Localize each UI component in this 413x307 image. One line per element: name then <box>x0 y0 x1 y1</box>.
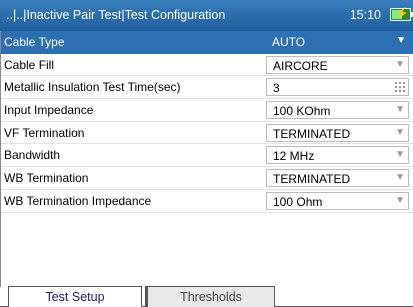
setting-label: WB Termination <box>4 171 89 186</box>
setting-label: Cable Type <box>4 35 65 49</box>
title-bar: ..|..|Inactive Pair Test|Test Configurat… <box>0 0 413 31</box>
setting-label: VF Termination <box>4 125 85 140</box>
settings-table: Cable Type AUTO ▼ Cable Fill AIRCORE ▼ M… <box>0 31 413 213</box>
setting-label: Bandwidth <box>4 148 61 163</box>
setting-label: WB Termination Impedance <box>4 193 152 208</box>
dropdown-arrow-icon: ▼ <box>395 149 405 161</box>
setting-value: AIRCORE <box>273 58 328 73</box>
setting-value: 3 <box>273 81 280 96</box>
setting-label: Input Impedance <box>4 103 94 118</box>
vf-termination-dropdown[interactable]: TERMINATED ▼ <box>266 123 409 142</box>
charging-bolt-icon: ⚡ <box>395 8 409 20</box>
breadcrumb-title: ..|..|Inactive Pair Test|Test Configurat… <box>6 8 226 22</box>
dropdown-arrow-icon: ▼ <box>395 58 405 70</box>
battery-charging-icon: ⚡ <box>390 8 413 21</box>
tab-thresholds[interactable]: Thresholds <box>145 286 275 307</box>
setting-value: TERMINATED <box>273 126 351 141</box>
dropdown-arrow-icon: ▼ <box>396 35 406 46</box>
setting-label: Cable Fill <box>4 57 55 72</box>
setting-row-bandwidth[interactable]: Bandwidth 12 MHz ▼ <box>1 144 413 168</box>
dropdown-arrow-icon: ▼ <box>395 172 405 184</box>
tab-bar: Test Setup Thresholds <box>0 286 413 307</box>
wb-termination-dropdown[interactable]: TERMINATED ▼ <box>266 169 409 188</box>
setting-label: Metallic Insulation Test Time(sec) <box>4 80 181 95</box>
wb-termination-impedance-dropdown[interactable]: 100 Ohm ▼ <box>266 191 409 210</box>
setting-row-cable-fill[interactable]: Cable Fill AIRCORE ▼ <box>1 54 413 77</box>
clock: 15:10 <box>349 8 381 22</box>
setting-value: AUTO <box>272 35 306 49</box>
setting-row-cable-type[interactable]: Cable Type AUTO ▼ <box>1 31 413 54</box>
setting-value: 12 MHz <box>273 149 315 164</box>
empty-panel-area <box>0 212 413 287</box>
setting-value: TERMINATED <box>273 172 351 187</box>
dropdown-arrow-icon: ▼ <box>395 126 405 138</box>
cable-fill-dropdown[interactable]: AIRCORE ▼ <box>266 55 409 74</box>
dropdown-arrow-icon: ▼ <box>395 104 405 116</box>
setting-value: 100 KOhm <box>273 104 331 119</box>
bandwidth-dropdown[interactable]: 12 MHz ▼ <box>266 146 409 165</box>
cable-type-dropdown[interactable]: AUTO ▼ <box>266 33 409 51</box>
setting-value: 100 Ohm <box>273 194 323 209</box>
numeric-keypad-icon <box>395 82 405 93</box>
setting-row-input-impedance[interactable]: Input Impedance 100 KOhm ▼ <box>1 99 413 122</box>
tab-test-setup[interactable]: Test Setup <box>8 286 142 307</box>
setting-row-vf-termination[interactable]: VF Termination TERMINATED ▼ <box>1 122 413 145</box>
setting-row-wb-termination[interactable]: WB Termination TERMINATED ▼ <box>1 167 413 190</box>
input-impedance-dropdown[interactable]: 100 KOhm ▼ <box>266 101 409 120</box>
insulation-test-time-input[interactable]: 3 <box>266 78 409 97</box>
setting-row-wb-termination-impedance[interactable]: WB Termination Impedance 100 Ohm ▼ <box>1 190 413 213</box>
dropdown-arrow-icon: ▼ <box>395 194 405 206</box>
setting-row-insulation-test-time[interactable]: Metallic Insulation Test Time(sec) 3 <box>1 76 413 100</box>
